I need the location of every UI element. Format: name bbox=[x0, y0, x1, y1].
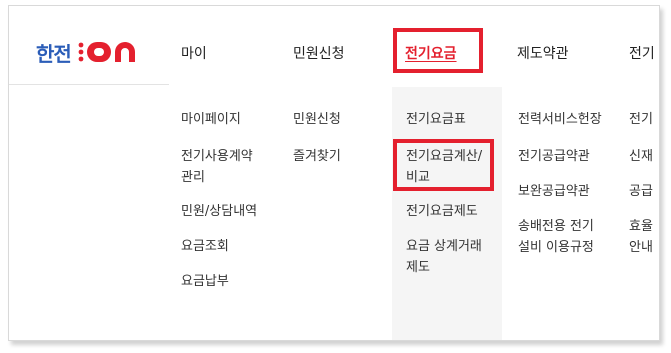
header-divider bbox=[9, 84, 169, 85]
menu-supply-terms[interactable]: 전기공급약관 bbox=[518, 146, 590, 167]
menu-col5-item4[interactable]: 효율 안내 bbox=[629, 216, 653, 258]
nav-electricity-more[interactable]: 전기 bbox=[629, 43, 655, 63]
menu-service-charter[interactable]: 전력서비스헌장 bbox=[518, 109, 602, 130]
menu-history[interactable]: 민원/상담내역 bbox=[181, 201, 257, 222]
menu-fee-table[interactable]: 전기요금표 bbox=[406, 109, 466, 130]
menu-fee-system[interactable]: 전기요금제도 bbox=[406, 201, 478, 222]
menu-transmission-rules[interactable]: 송배전용 전기 설비 이용규정 bbox=[518, 216, 594, 258]
nav-terms[interactable]: 제도약관 bbox=[517, 43, 569, 63]
menu-civil-request[interactable]: 민원신청 bbox=[293, 109, 341, 130]
menu-col5-item3[interactable]: 공급 bbox=[629, 181, 653, 202]
menu-net-metering[interactable]: 요금 상계거래 제도 bbox=[406, 236, 482, 278]
menu-mypage[interactable]: 마이페이지 bbox=[181, 109, 241, 130]
logo-text: 한전 bbox=[36, 41, 72, 66]
highlight-box-nav bbox=[393, 28, 483, 73]
menu-favorites[interactable]: 즐겨찾기 bbox=[293, 146, 341, 167]
menu-col5-item2[interactable]: 신재 bbox=[629, 146, 653, 167]
logo[interactable]: 한전 bbox=[36, 39, 145, 66]
menu-col5-item1[interactable]: 전기 bbox=[629, 109, 653, 130]
highlight-box-submenu bbox=[393, 139, 494, 191]
menu-supplementary-terms[interactable]: 보완공급약관 bbox=[518, 181, 590, 202]
nav-civil-request[interactable]: 민원신청 bbox=[293, 43, 345, 63]
menu-payment[interactable]: 요금납부 bbox=[181, 271, 229, 292]
menu-contract[interactable]: 전기사용계약 관리 bbox=[181, 146, 253, 188]
menu-fee-inquiry[interactable]: 요금조회 bbox=[181, 236, 229, 257]
nav-my[interactable]: 마이 bbox=[181, 43, 207, 63]
logo-on-mark bbox=[73, 40, 145, 64]
menu-panel: 한전 마이 민원신청 전기요금 제도약관 전기 마이페이지 전기사용계약 관리 … bbox=[8, 5, 660, 341]
